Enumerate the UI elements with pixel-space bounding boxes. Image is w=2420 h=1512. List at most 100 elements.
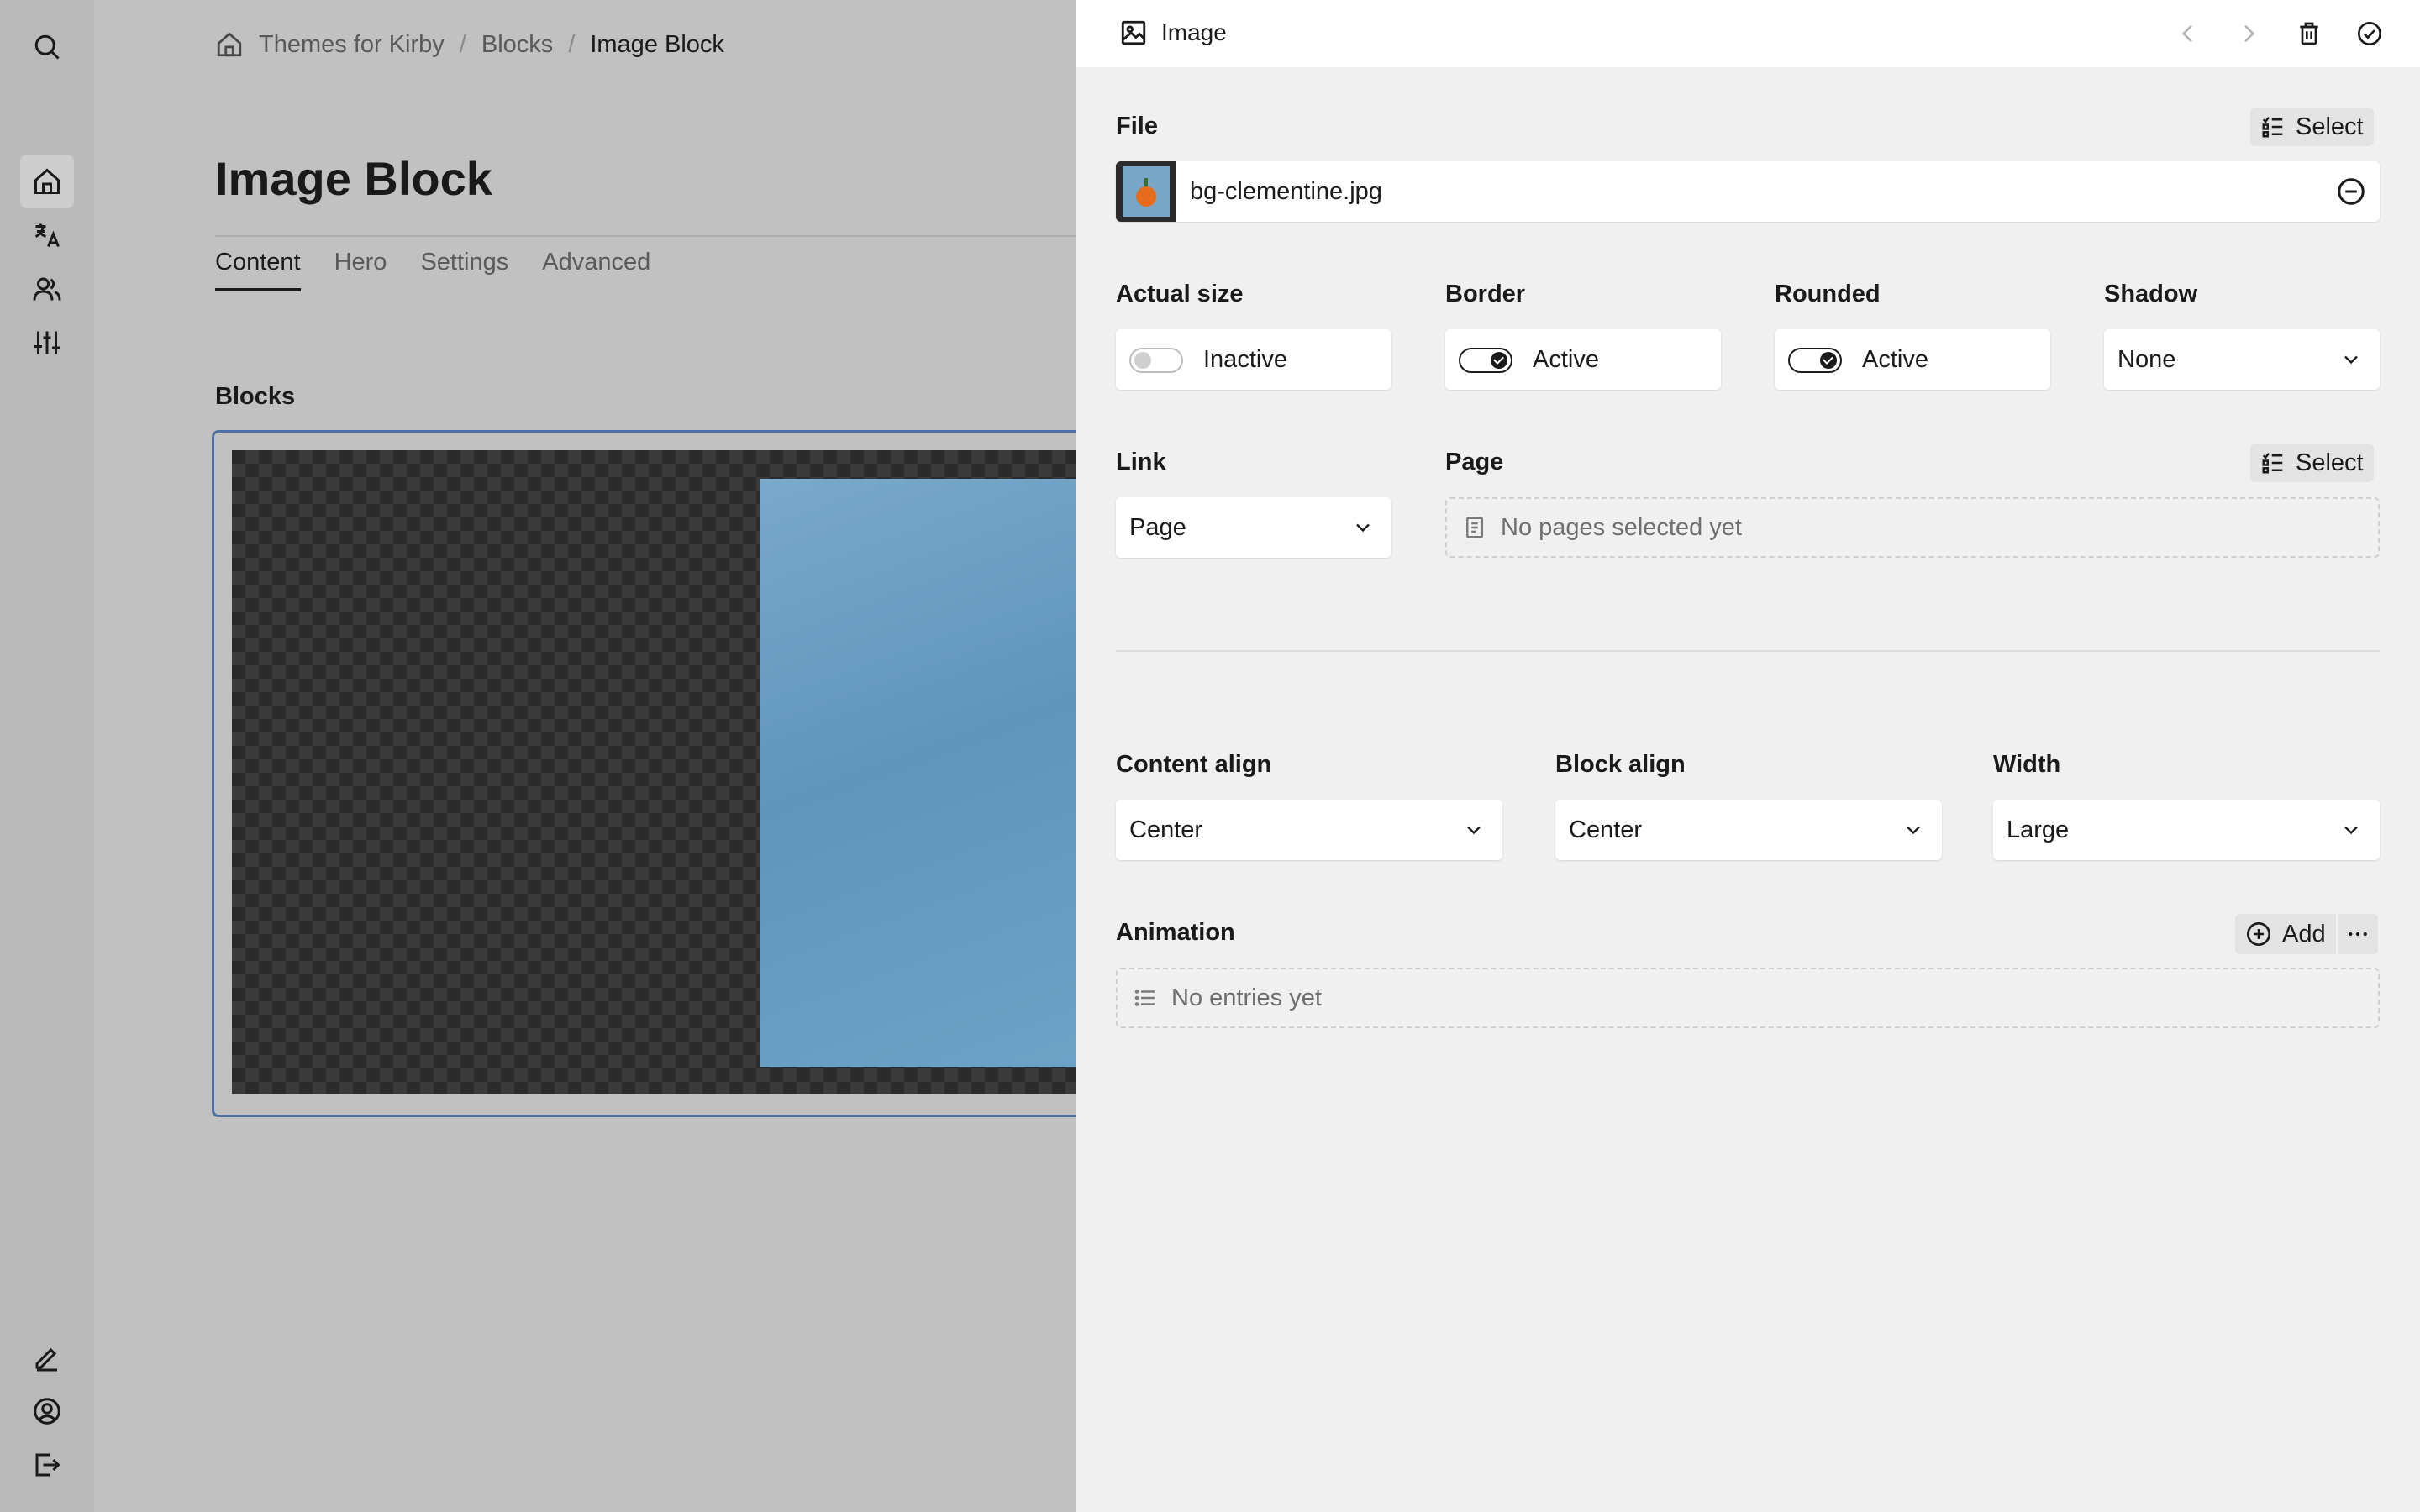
actual-size-toggle[interactable]: Inactive [1116,329,1392,390]
sidebar-item-system[interactable] [20,316,74,370]
border-toggle[interactable]: Active [1445,329,1721,390]
toggle-state-text: Inactive [1203,346,1287,373]
chevron-left-icon [2181,24,2192,43]
breadcrumb-item-blocks[interactable]: Blocks [481,31,553,59]
check-circle-icon [2358,22,2381,45]
sidebar-item-site[interactable] [20,155,74,208]
breadcrumb-separator: / [459,30,466,58]
account-icon [34,1398,60,1425]
more-dots-icon [2348,932,2367,937]
file-select-button[interactable]: Select [2250,108,2374,146]
page-empty-text: No pages selected yet [1501,513,1742,541]
animation-label: Animation [1116,919,1235,946]
logout-icon [35,1453,60,1477]
sidebar-item-changes[interactable] [20,1331,74,1384]
search-icon [34,34,60,60]
sidebar-item-account[interactable] [20,1384,74,1438]
link-select[interactable]: Page [1116,497,1392,558]
toggle-switch[interactable] [1459,348,1512,373]
home-icon [34,168,60,194]
animation-actions: Add [2235,914,2378,954]
toggle-switch[interactable] [1129,348,1183,373]
file-item[interactable]: bg-clementine.jpg [1116,161,2380,222]
page-title: Image Block [215,152,492,205]
chevron-down-icon [1356,523,1370,533]
list-icon [1134,990,1155,1006]
add-circle-icon [2247,922,2270,946]
file-field-label: File [1116,113,1158,139]
rounded-label: Rounded [1775,281,1881,307]
file-name: bg-clementine.jpg [1190,178,1382,205]
width-value: Large [2007,816,2070,843]
sidebar-item-users[interactable] [20,262,74,316]
toggle-switch[interactable] [1788,348,1842,373]
width-label: Width [1993,751,2061,778]
border-label: Border [1445,281,1526,307]
shadow-label: Shadow [2104,281,2198,307]
drawer-title: Image [1119,18,1227,47]
animation-empty-state[interactable]: No entries yet [1116,968,2380,1028]
breadcrumb-item-current[interactable]: Image Block [590,31,724,59]
file-select-label: Select [2296,113,2364,140]
animation-empty-text: No entries yet [1171,984,1322,1011]
languages-icon [34,223,60,248]
users-icon [33,277,61,301]
tab-settings[interactable]: Settings [420,249,508,291]
checklist-icon [2262,117,2283,138]
animation-options-button[interactable] [2335,914,2378,954]
settings-sliders-icon [34,331,60,354]
animation-add-button[interactable]: Add [2235,914,2336,954]
block-align-value: Center [1569,816,1643,843]
breadcrumb: Themes for Kirby / Blocks / Image Block [215,30,724,59]
toggle-state-text: Active [1862,346,1928,373]
block-align-select[interactable]: Center [1555,800,1942,860]
fields-divider [1116,650,2380,652]
rounded-toggle[interactable]: Active [1775,329,2050,390]
tab-hero[interactable]: Hero [334,249,387,291]
animation-add-label: Add [2282,920,2326,948]
content-align-label: Content align [1116,751,1272,778]
content-align-value: Center [1129,816,1203,843]
trash-icon [2300,22,2318,45]
page-select-button[interactable]: Select [2250,444,2374,482]
tab-advanced[interactable]: Advanced [542,249,650,291]
shadow-select[interactable]: None [2104,329,2380,390]
pen-icon [35,1347,57,1372]
content-align-select[interactable]: Center [1116,800,1502,860]
drawer-header: Image [1076,0,2420,67]
home-icon[interactable] [215,30,244,59]
chevron-down-icon [1467,826,1481,835]
remove-file-icon[interactable] [2336,176,2366,207]
width-select[interactable]: Large [1993,800,2380,860]
search-button[interactable] [20,20,74,74]
sidebar-item-languages[interactable] [20,208,74,262]
file-thumbnail [1116,161,1176,222]
block-align-label: Block align [1555,751,1686,778]
blocks-field-label: Blocks [215,383,296,410]
chevron-down-icon [1907,826,1920,835]
previous-block-button[interactable] [2170,15,2207,52]
sidebar [0,0,94,1512]
shadow-value: None [2118,346,2176,373]
next-block-button[interactable] [2230,15,2267,52]
chevron-right-icon [2244,24,2255,43]
page-select-label: Select [2296,449,2364,476]
image-icon [1121,20,1146,45]
chevron-down-icon [2344,355,2358,365]
checklist-icon [2262,453,2283,474]
image-block-sky [760,479,1076,1067]
link-value: Page [1129,514,1186,541]
delete-block-button[interactable] [2291,15,2328,52]
page-icon [1466,517,1483,538]
drawer-title-text: Image [1161,19,1227,45]
page-empty-state[interactable]: No pages selected yet [1445,497,2380,558]
main-view: Themes for Kirby / Blocks / Image Block … [94,0,1076,1512]
tabs-divider [215,235,1076,237]
breadcrumb-separator: / [568,30,576,58]
close-drawer-button[interactable] [2351,15,2388,52]
tab-content[interactable]: Content [215,249,301,291]
page-field-label: Page [1445,449,1504,475]
toggle-state-text: Active [1533,346,1599,373]
breadcrumb-item-site[interactable]: Themes for Kirby [259,31,445,59]
sidebar-item-logout[interactable] [20,1438,74,1492]
